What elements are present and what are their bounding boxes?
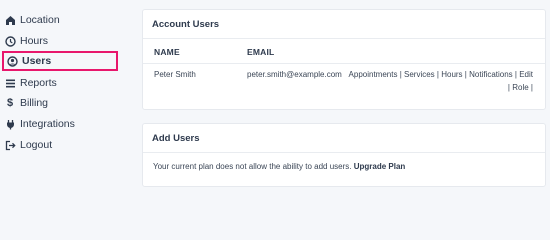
sidebar-item-label: Logout [20, 139, 53, 151]
user-circle-icon [6, 55, 18, 67]
account-users-card: Account Users NAME EMAIL Peter Smith pet… [142, 9, 546, 110]
sidebar-item-logout[interactable]: Logout [4, 136, 52, 154]
card-title: Add Users [143, 124, 545, 153]
upgrade-plan-link[interactable]: Upgrade Plan [354, 162, 406, 171]
services-link[interactable]: Services [404, 70, 435, 79]
hours-link[interactable]: Hours [441, 70, 462, 79]
card-title: Account Users [143, 10, 545, 39]
sidebar-item-location[interactable]: Location [4, 11, 60, 29]
sidebar-item-label: Location [20, 14, 60, 26]
dollar-icon: $ [6, 97, 14, 109]
appointments-link[interactable]: Appointments [349, 70, 398, 79]
sidebar-item-label: Reports [20, 77, 57, 89]
notifications-link[interactable]: Notifications [469, 70, 513, 79]
plug-icon [4, 118, 16, 130]
plan-notice: Your current plan does not allow the abi… [153, 162, 405, 171]
sidebar-item-billing[interactable]: $ Billing [4, 94, 48, 112]
sidebar-item-hours[interactable]: Hours [4, 32, 48, 50]
user-actions: Appointments | Services | Hours | Notifi… [348, 70, 533, 92]
edit-link[interactable]: Edit [519, 70, 533, 79]
sidebar-item-label: Hours [20, 35, 49, 47]
list-icon [4, 77, 16, 89]
user-name: Peter Smith [154, 70, 196, 79]
sidebar-item-users[interactable]: Users [2, 51, 118, 71]
plan-message: Your current plan does not allow the abi… [153, 162, 352, 171]
divider [143, 63, 545, 64]
add-users-card: Add Users Your current plan does not all… [142, 123, 546, 187]
user-email: peter.smith@example.com [247, 70, 342, 79]
sidebar-item-reports[interactable]: Reports [4, 74, 57, 92]
column-header-name: NAME [154, 47, 180, 57]
logout-icon [4, 139, 16, 151]
role-link[interactable]: Role [512, 83, 528, 92]
sidebar-item-label: Billing [20, 97, 49, 109]
sidebar: Location Hours Users Reports $ Billing I… [0, 0, 125, 237]
column-header-email: EMAIL [247, 47, 275, 57]
sidebar-item-label: Users [22, 55, 52, 67]
sidebar-item-integrations[interactable]: Integrations [4, 115, 75, 133]
sidebar-item-label: Integrations [20, 118, 75, 130]
building-icon [4, 14, 16, 26]
clock-icon [4, 35, 16, 47]
